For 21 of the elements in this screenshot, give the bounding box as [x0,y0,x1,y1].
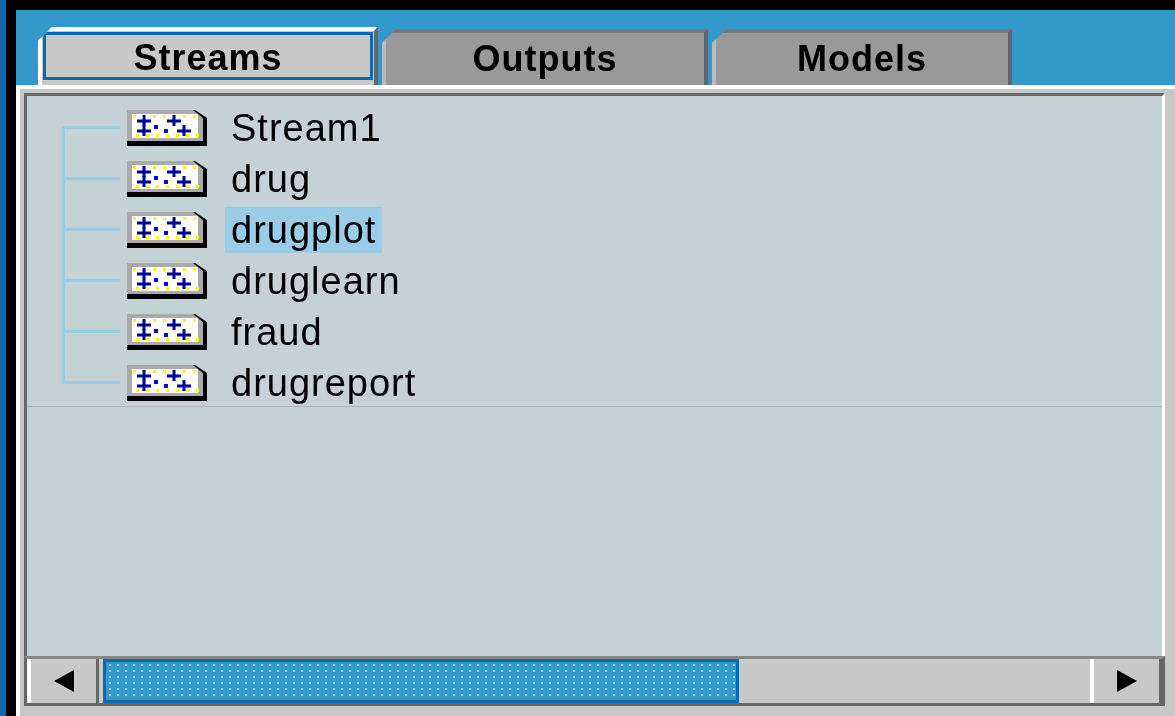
tree-item[interactable]: drugreport [225,359,423,406]
stream-icon [127,262,207,299]
stream-icon [127,160,207,197]
tree-item[interactable]: Stream1 [225,104,388,151]
tree-item[interactable]: drugplot [225,206,383,253]
stream-icon [127,211,207,248]
scroll-thumb[interactable] [103,659,739,703]
stream-icon [127,109,207,146]
tree-item[interactable]: druglearn [225,257,407,304]
tab[interactable]: Models [712,29,1012,85]
tree-item[interactable]: drug [225,155,318,202]
horizontal-scrollbar[interactable] [24,656,1165,706]
scroll-right-button[interactable] [1090,659,1162,703]
stream-icon [127,313,207,350]
tree-item[interactable]: fraud [225,308,329,355]
scroll-left-button[interactable] [27,659,99,703]
tab[interactable]: Streams [38,27,378,85]
tab[interactable]: Outputs [382,29,708,85]
right-arrow-icon [1116,670,1137,692]
left-arrow-icon [53,670,74,692]
stream-icon [127,364,207,401]
